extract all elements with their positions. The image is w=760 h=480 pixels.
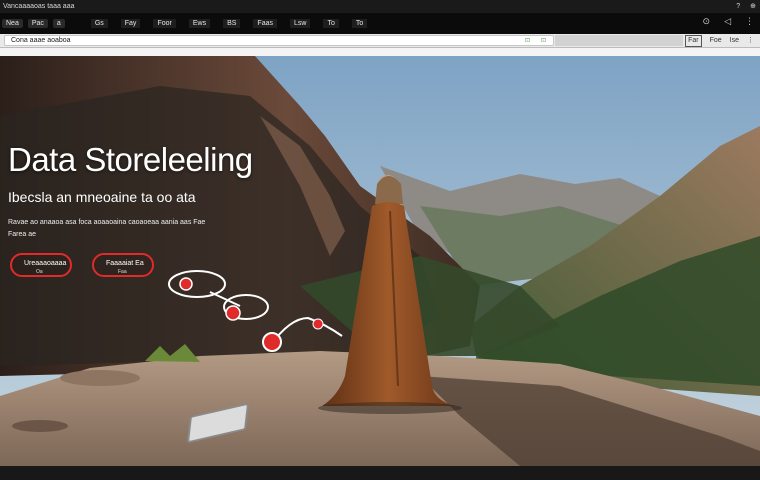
feature-pill-1-label: Ureaaaoaaaa — [24, 260, 67, 267]
tool-button-0[interactable]: Far — [685, 35, 702, 47]
toolbar-strip — [0, 48, 760, 56]
feature-pill-2-label: Faaaaiat Ea — [106, 260, 144, 267]
menu-bar: Nea Pac a Gs Fay Foor Ews BS Faas Lsw To… — [0, 13, 760, 34]
back-icon[interactable]: ◁ — [724, 16, 731, 27]
menu-item-7[interactable]: To — [323, 19, 339, 28]
hero-subtitle: Ibecsla an mneoaine ta oo ata — [8, 189, 196, 205]
address-input[interactable]: Cona aaae aoaboa ⊡ ⊡ — [4, 35, 554, 46]
address-tools: Far Foe Ise ⋮ — [685, 34, 754, 47]
window-title: Vancaaaaoas taaa aaa — [3, 3, 75, 10]
record-icon[interactable]: ⊙ — [703, 16, 711, 27]
bottom-bar — [0, 466, 760, 480]
menu-item-1[interactable]: Fay — [120, 19, 141, 28]
feature-pill-2-small: Faa — [118, 269, 127, 275]
menu-item-5[interactable]: Faas — [253, 19, 277, 28]
menu-item-3[interactable]: Ews — [188, 19, 211, 28]
hero-body-line-2: Farea ae — [8, 231, 37, 238]
address-bar-spacer — [555, 35, 683, 46]
tool-button-1[interactable]: Foe — [710, 34, 722, 47]
menu-item-left-2[interactable]: a — [52, 19, 65, 28]
feature-pill-1[interactable]: Ureaaaoaaaa Oa — [10, 253, 72, 277]
tool-button-2[interactable]: Ise — [730, 34, 739, 47]
hero-banner: Data Storeleeling Ibecsla an mneoaine ta… — [0, 56, 760, 466]
feature-pill-2[interactable]: Faaaaiat Ea Faa — [92, 253, 154, 277]
feature-pill-1-small: Oa — [36, 269, 43, 275]
menu-main-group: Gs Fay Foor Ews BS Faas Lsw To To — [90, 19, 368, 28]
hero-body-text: Ravae ao anaaoa asa foca aoaaoaina caoao… — [8, 217, 205, 241]
menu-item-6[interactable]: Lsw — [289, 19, 311, 28]
menu-item-left-1[interactable]: Pac — [27, 19, 48, 28]
more-icon[interactable]: ⋮ — [745, 16, 754, 27]
menu-item-4[interactable]: BS — [223, 19, 241, 28]
question-icon[interactable]: ? — [736, 0, 740, 13]
tool-menu-icon[interactable]: ⋮ — [747, 34, 754, 47]
menu-item-left-0[interactable]: Nea — [2, 19, 23, 28]
window-title-bar: Vancaaaaoas taaa aaa ? ⊕ — [0, 0, 760, 13]
menu-left-group: Nea Pac a — [0, 19, 65, 28]
extension-icon[interactable]: ⊡ — [541, 36, 546, 46]
window-controls: ? ⊕ — [736, 0, 756, 13]
bookmark-icon[interactable]: ⊡ — [525, 36, 530, 46]
menu-item-0[interactable]: Gs — [90, 19, 108, 28]
address-bar: Cona aaae aoaboa ⊡ ⊡ Far Foe Ise ⋮ — [0, 34, 760, 48]
close-icon[interactable]: ⊕ — [750, 0, 756, 13]
hero-body-line-1: Ravae ao anaaoa asa foca aoaaoaina caoao… — [8, 219, 206, 226]
menu-item-2[interactable]: Foor — [153, 19, 176, 28]
menu-right-icons: ⊙ ◁ ⋮ — [703, 16, 754, 27]
hero-title: Data Storeleeling — [8, 141, 253, 178]
address-text: Cona aaae aoaboa — [11, 37, 71, 44]
menu-item-8[interactable]: To — [351, 19, 368, 28]
